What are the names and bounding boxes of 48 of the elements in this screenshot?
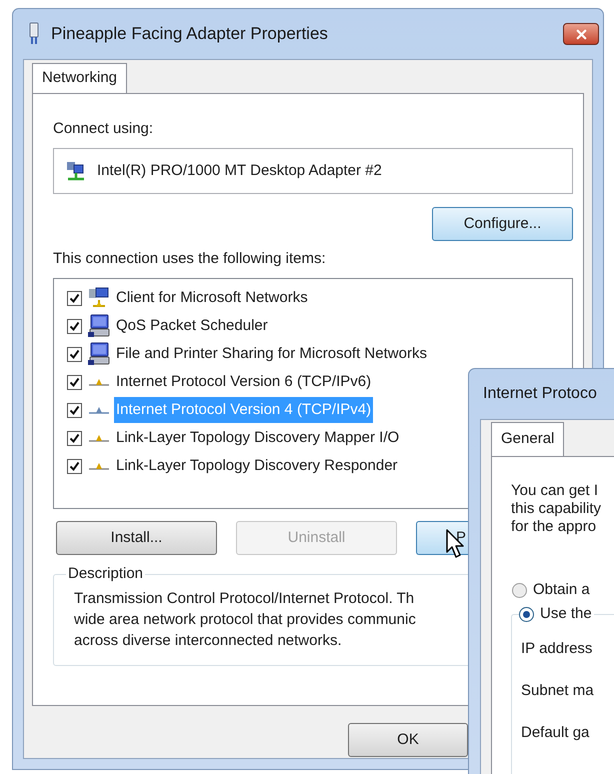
checkbox[interactable] (67, 430, 82, 446)
radio-label: Use the (540, 604, 592, 624)
mouse-pointer-icon (446, 529, 466, 559)
adapter-name: Intel(R) PRO/1000 MT Desktop Adapter #2 (97, 160, 382, 181)
intro-text: You can get I this capability for the appro (511, 482, 602, 536)
dialog-button[interactable]: OK (348, 723, 468, 757)
network-adapter-icon (65, 160, 87, 182)
computer-icon (87, 314, 111, 338)
tab[interactable]: General (491, 422, 564, 456)
checkmark-icon (69, 460, 80, 472)
close-icon (574, 26, 588, 42)
list-item[interactable]: Internet Protocol Version 6 (TCP/IPv6) (114, 369, 374, 395)
checkbox[interactable] (67, 458, 82, 474)
checkmark-icon (69, 348, 80, 360)
tab[interactable]: Networking (32, 63, 128, 93)
network-client-icon (87, 287, 111, 309)
checkmark-icon (69, 404, 80, 416)
radio-label: Obtain a (533, 580, 590, 600)
list-item[interactable]: Link-Layer Topology Discovery Responder (114, 453, 400, 479)
checkbox[interactable] (67, 318, 82, 334)
checkbox[interactable] (67, 346, 82, 362)
description-text: Transmission Control Protocol/Internet Protocol. Th wide area network protocol that provides communic across diverse interconnected networks. (74, 588, 416, 650)
field-label: Default ga (521, 724, 590, 742)
dialog-button[interactable]: Install... (56, 521, 217, 555)
section-label: This connection uses the following items: (53, 250, 326, 268)
radio-button[interactable] (512, 582, 527, 598)
network-adapter-icon (27, 22, 41, 46)
window-title: Internet Protoco (483, 384, 597, 404)
field-label: Subnet ma (521, 682, 594, 700)
checkmark-icon (69, 292, 80, 304)
checkmark-icon (69, 376, 80, 388)
list-item[interactable]: Client for Microsoft Networks (114, 285, 310, 311)
list-item[interactable]: QoS Packet Scheduler (114, 313, 270, 339)
checkbox[interactable] (67, 402, 82, 418)
checkmark-icon (69, 320, 80, 332)
section-label: Connect using: (53, 120, 154, 138)
group-title: Description (67, 564, 144, 584)
radio-button[interactable] (519, 606, 534, 622)
dialog-button[interactable]: Configure... (432, 207, 573, 241)
checkmark-icon (69, 432, 80, 444)
window-title: Pineapple Facing Adapter Properties (51, 23, 328, 46)
computer-icon (87, 342, 111, 366)
checkbox[interactable] (67, 374, 82, 390)
list-item[interactable]: Link-Layer Topology Discovery Mapper I/O (114, 425, 402, 451)
field-label: IP address (521, 640, 592, 658)
list-item[interactable]: File and Printer Sharing for Microsoft Networks (114, 341, 429, 367)
close-button[interactable] (563, 23, 599, 45)
checkbox[interactable] (67, 290, 82, 306)
